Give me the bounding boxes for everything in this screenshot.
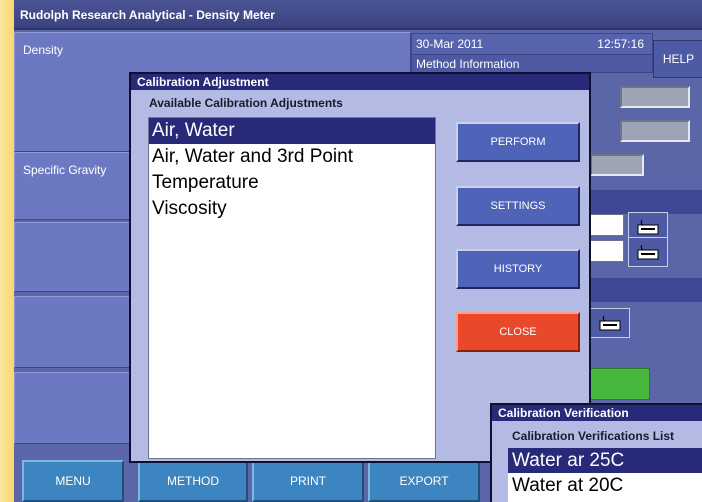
result-panel-3 (14, 222, 136, 292)
print-button[interactable]: PRINT (252, 460, 364, 502)
menu-button[interactable]: MENU (22, 460, 124, 502)
help-button[interactable]: HELP (653, 40, 702, 78)
dialog-subtitle: Available Calibration Adjustments (149, 96, 343, 110)
list-item[interactable]: Water ar 25C (508, 448, 702, 473)
list-item[interactable]: Temperature (149, 170, 435, 196)
density-meter-app: Rudolph Research Analytical - Density Me… (0, 0, 702, 502)
readonly-field-3 (590, 154, 644, 176)
status-indicator (588, 368, 650, 400)
date-display: 30-Mar 2011 (416, 37, 484, 51)
keyboard-icon (637, 219, 659, 235)
list-item[interactable]: Air, Water and 3rd Point (149, 144, 435, 170)
density-label: Density (23, 43, 64, 57)
specific-gravity-panel: Specific Gravity (14, 152, 136, 220)
method-button[interactable]: METHOD (138, 460, 248, 502)
list-item[interactable]: Air, Water (149, 118, 435, 144)
perform-button[interactable]: PERFORM (456, 122, 580, 162)
history-button[interactable]: HISTORY (456, 249, 580, 289)
keyboard-button-2[interactable] (628, 237, 668, 267)
list-item[interactable]: Water at 20C (508, 473, 702, 498)
result-panel-5 (14, 372, 136, 444)
verification-dialog-subtitle: Calibration Verifications List (512, 429, 675, 443)
readonly-field-2 (620, 120, 690, 142)
verification-dialog-title: Calibration Verification (492, 405, 702, 421)
keyboard-button-3[interactable] (590, 308, 630, 338)
status-info: 30-Mar 2011 12:57:16 Method Information (411, 33, 653, 73)
calibration-adjustments-list[interactable]: Air, Water Air, Water and 3rd Point Temp… (148, 117, 436, 459)
keyboard-icon (637, 244, 659, 260)
left-accent-strip (0, 0, 14, 502)
result-panel-4 (14, 296, 136, 368)
keyboard-icon (599, 315, 621, 331)
close-button[interactable]: CLOSE (456, 312, 580, 352)
dialog-title: Calibration Adjustment (131, 74, 589, 90)
input-field-2[interactable] (590, 240, 624, 262)
calibration-verification-dialog: Calibration Verification Calibration Ver… (490, 403, 702, 502)
specific-gravity-label: Specific Gravity (23, 163, 107, 177)
list-item[interactable]: Viscosity (149, 196, 435, 222)
input-field-1[interactable] (590, 214, 624, 236)
time-display: 12:57:16 (597, 37, 644, 51)
section-band-1 (590, 190, 702, 214)
calibration-verifications-list[interactable]: Water ar 25C Water at 20C (508, 448, 702, 502)
section-band-2 (590, 278, 702, 302)
method-information-button[interactable]: Method Information (412, 54, 652, 72)
window-title: Rudolph Research Analytical - Density Me… (14, 0, 702, 30)
settings-button[interactable]: SETTINGS (456, 186, 580, 226)
readonly-field-1 (620, 86, 690, 108)
export-button[interactable]: EXPORT (368, 460, 480, 502)
